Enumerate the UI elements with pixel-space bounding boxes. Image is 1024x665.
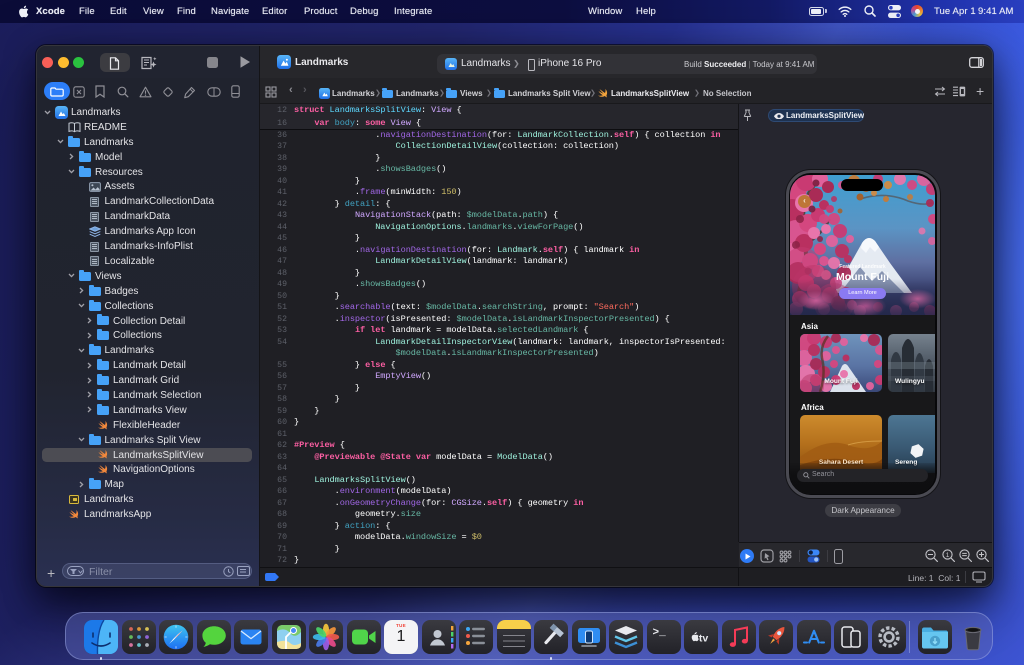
svg-text:1: 1 — [946, 552, 950, 559]
svg-text:tv: tv — [699, 633, 708, 645]
